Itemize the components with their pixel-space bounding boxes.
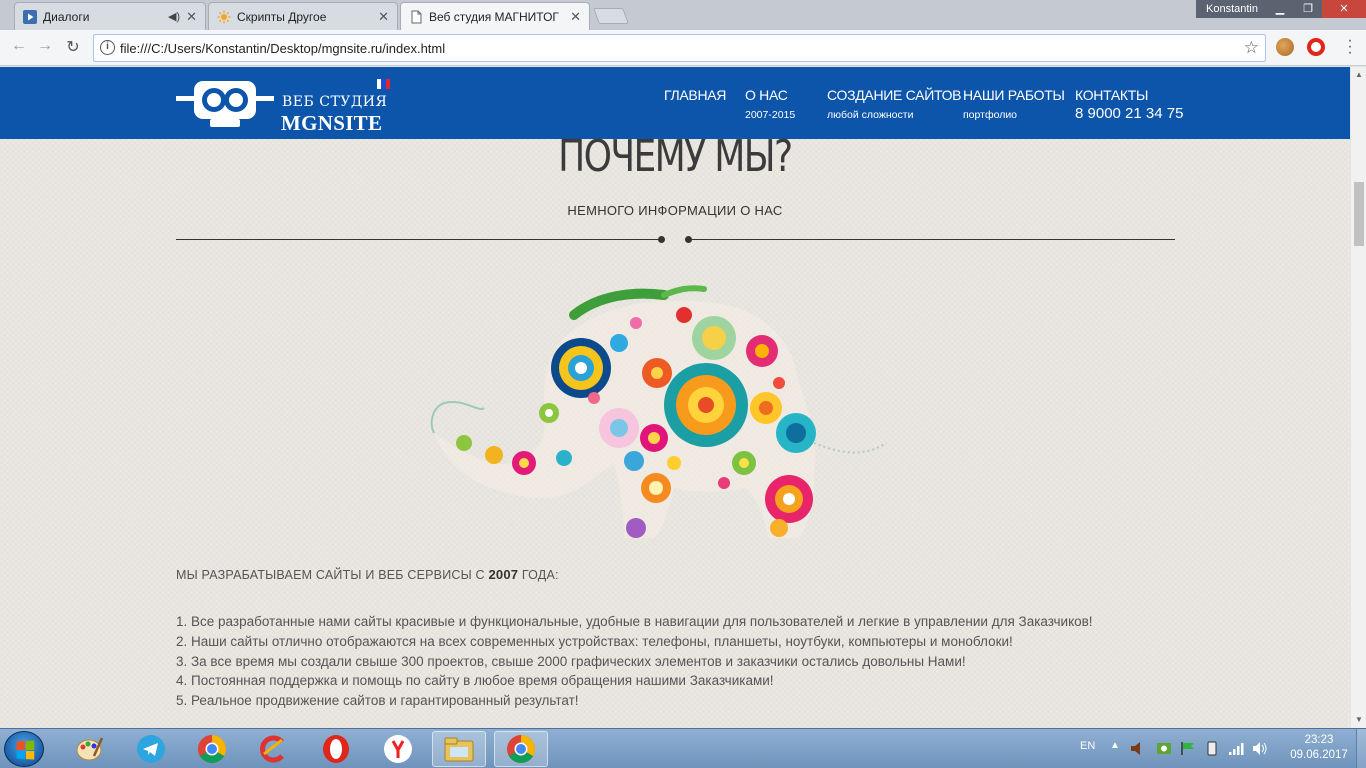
- restore-icon[interactable]: ❐: [1294, 0, 1322, 18]
- speaker-icon[interactable]: ◀): [168, 10, 180, 23]
- scroll-down-icon[interactable]: ▼: [1351, 712, 1366, 728]
- browser-toolbar: ← → ↻ i file:///C:/Users/Konstantin/Desk…: [0, 30, 1366, 66]
- tray-device-icon[interactable]: [1204, 741, 1220, 756]
- tab-title: Диалоги: [43, 9, 90, 24]
- nav-item-about[interactable]: О НАС 2007-2015: [745, 87, 795, 121]
- tab-title: Веб студия МАГНИТОГ: [429, 9, 559, 24]
- taskbar-chrome-icon[interactable]: [185, 731, 239, 767]
- list-item: 2. Наши сайты отлично отображаются на вс…: [176, 633, 1013, 649]
- divider-dot: [658, 236, 665, 243]
- nav-label: СОЗДАНИЕ САЙТОВ: [827, 87, 962, 103]
- nav-label: НАШИ РАБОТЫ: [963, 87, 1065, 103]
- tray-signal-icon[interactable]: [1228, 741, 1244, 756]
- page-viewport: ВЕБ СТУДИЯ MGNSITE ГЛАВНАЯ О НАС 2007-20…: [0, 67, 1350, 728]
- close-icon[interactable]: ✕: [186, 9, 197, 25]
- nav-sublabel: портфолио: [963, 109, 1018, 121]
- profile-button[interactable]: Konstantin: [1196, 0, 1268, 18]
- logo-text-studio: ВЕБ СТУДИЯ: [282, 94, 388, 110]
- taskbar-paint-icon[interactable]: [62, 731, 116, 767]
- taskbar-chrome-active-icon[interactable]: [494, 731, 548, 767]
- intro-year: 2007: [488, 567, 519, 582]
- new-tab-button[interactable]: [593, 8, 629, 24]
- info-icon[interactable]: i: [100, 40, 115, 55]
- show-desktop-button[interactable]: [1356, 729, 1366, 768]
- page-icon: [409, 10, 423, 24]
- divider: [688, 239, 1175, 240]
- close-window-icon[interactable]: ✕: [1322, 0, 1366, 18]
- section-subheading: НЕМНОГО ИНФОРМАЦИИ О НАС: [567, 203, 783, 218]
- nav-item-contacts[interactable]: КОНТАКТЫ 8 9000 21 34 75: [1075, 87, 1183, 122]
- section-heading: ПОЧЕМУ МЫ?: [558, 131, 793, 182]
- nav-sublabel: любой сложности: [827, 109, 914, 121]
- intro-suffix: ГОДА:: [518, 568, 559, 582]
- taskbar-telegram-icon[interactable]: [124, 731, 178, 767]
- play-icon: [23, 9, 37, 24]
- list-item: 3. За все время мы создали свыше 300 про…: [176, 653, 966, 669]
- close-icon[interactable]: ✕: [378, 9, 389, 25]
- forward-icon[interactable]: →: [34, 37, 56, 55]
- bookmark-star-icon[interactable]: ☆: [1244, 38, 1259, 58]
- tray-expand-icon[interactable]: ▲: [1110, 740, 1120, 751]
- list-item: 4. Постоянная поддержка и помощь по сайт…: [176, 673, 774, 689]
- nav-item-home[interactable]: ГЛАВНАЯ: [664, 87, 726, 103]
- opera-extension-icon[interactable]: [1307, 38, 1325, 56]
- tray-volume-icon[interactable]: [1252, 741, 1268, 756]
- tab-title: Скрипты Другое: [237, 9, 327, 24]
- phone-number[interactable]: 8 9000 21 34 75: [1075, 105, 1183, 122]
- taskbar-explorer-icon[interactable]: [432, 731, 486, 767]
- benefits-list: 1. Все разработанные нами сайты красивые…: [176, 612, 1093, 711]
- start-button[interactable]: [4, 731, 44, 767]
- language-indicator[interactable]: EN: [1080, 740, 1095, 752]
- tab-scripts[interactable]: Скрипты Другое ✕: [208, 2, 398, 30]
- clock-time: 23:23: [1304, 734, 1334, 746]
- tab-mgnsite[interactable]: Веб студия МАГНИТОГ ✕: [400, 2, 590, 30]
- floral-elephant-image: [430, 285, 887, 538]
- divider: [176, 239, 662, 240]
- nav-item-creation[interactable]: СОЗДАНИЕ САЙТОВ любой сложности: [827, 87, 962, 121]
- scroll-up-icon[interactable]: ▲: [1351, 67, 1366, 83]
- address-url[interactable]: file:///C:/Users/Konstantin/Desktop/mgns…: [120, 41, 445, 56]
- back-icon[interactable]: ←: [8, 37, 30, 55]
- cookie-extension-icon[interactable]: [1276, 38, 1294, 56]
- tray-flag-icon[interactable]: [1180, 741, 1196, 756]
- sun-icon: [217, 10, 231, 24]
- nav-sublabel: 2007-2015: [745, 109, 796, 121]
- tray-audio-icon[interactable]: [1130, 741, 1146, 756]
- tray-nvidia-icon[interactable]: [1156, 741, 1172, 756]
- clock-date: 09.06.2017: [1290, 749, 1348, 761]
- taskbar-ccleaner-icon[interactable]: [246, 731, 300, 767]
- windows-taskbar: EN ▲ 23:23 09.06.2017: [0, 728, 1366, 768]
- intro-text: МЫ РАЗРАБАТЫВАЕМ САЙТЫ И ВЕБ СЕРВИСЫ С 2…: [176, 567, 559, 582]
- site-logo[interactable]: ВЕБ СТУДИЯ MGNSITE: [176, 79, 392, 135]
- taskbar-yandex-icon[interactable]: [371, 731, 425, 767]
- robot-logo-icon: [176, 81, 274, 127]
- page-scrollbar[interactable]: ▲ ▼: [1350, 67, 1366, 728]
- browser-tab-strip: Диалоги ◀) ✕ Скрипты Другое ✕ Веб студия…: [0, 0, 1366, 30]
- list-item: 1. Все разработанные нами сайты красивые…: [176, 614, 1093, 629]
- taskbar-opera-icon[interactable]: [309, 731, 363, 767]
- list-item: 5. Реальное продвижение сайтов и гаранти…: [176, 693, 579, 709]
- address-bar[interactable]: i file:///C:/Users/Konstantin/Desktop/mg…: [93, 34, 1266, 62]
- windows-logo-icon: [16, 740, 35, 760]
- nav-label: ГЛАВНАЯ: [664, 87, 727, 103]
- close-icon[interactable]: ✕: [570, 9, 581, 25]
- reload-icon[interactable]: ↻: [62, 37, 84, 57]
- intro-prefix: МЫ РАЗРАБАТЫВАЕМ САЙТЫ И ВЕБ СЕРВИСЫ С: [176, 568, 489, 582]
- tab-dialogs[interactable]: Диалоги ◀) ✕: [14, 2, 206, 30]
- scroll-thumb[interactable]: [1354, 182, 1364, 246]
- minimize-icon[interactable]: ▁: [1266, 0, 1294, 18]
- menu-icon[interactable]: · · ·: [1342, 33, 1358, 61]
- russian-flag-icon: [377, 79, 390, 89]
- site-header: ВЕБ СТУДИЯ MGNSITE ГЛАВНАЯ О НАС 2007-20…: [0, 67, 1350, 139]
- nav-label: О НАС: [745, 87, 788, 103]
- nav-item-works[interactable]: НАШИ РАБОТЫ портфолио: [963, 87, 1065, 121]
- nav-label: КОНТАКТЫ: [1075, 87, 1149, 103]
- taskbar-clock[interactable]: 23:23 09.06.2017: [1288, 733, 1350, 763]
